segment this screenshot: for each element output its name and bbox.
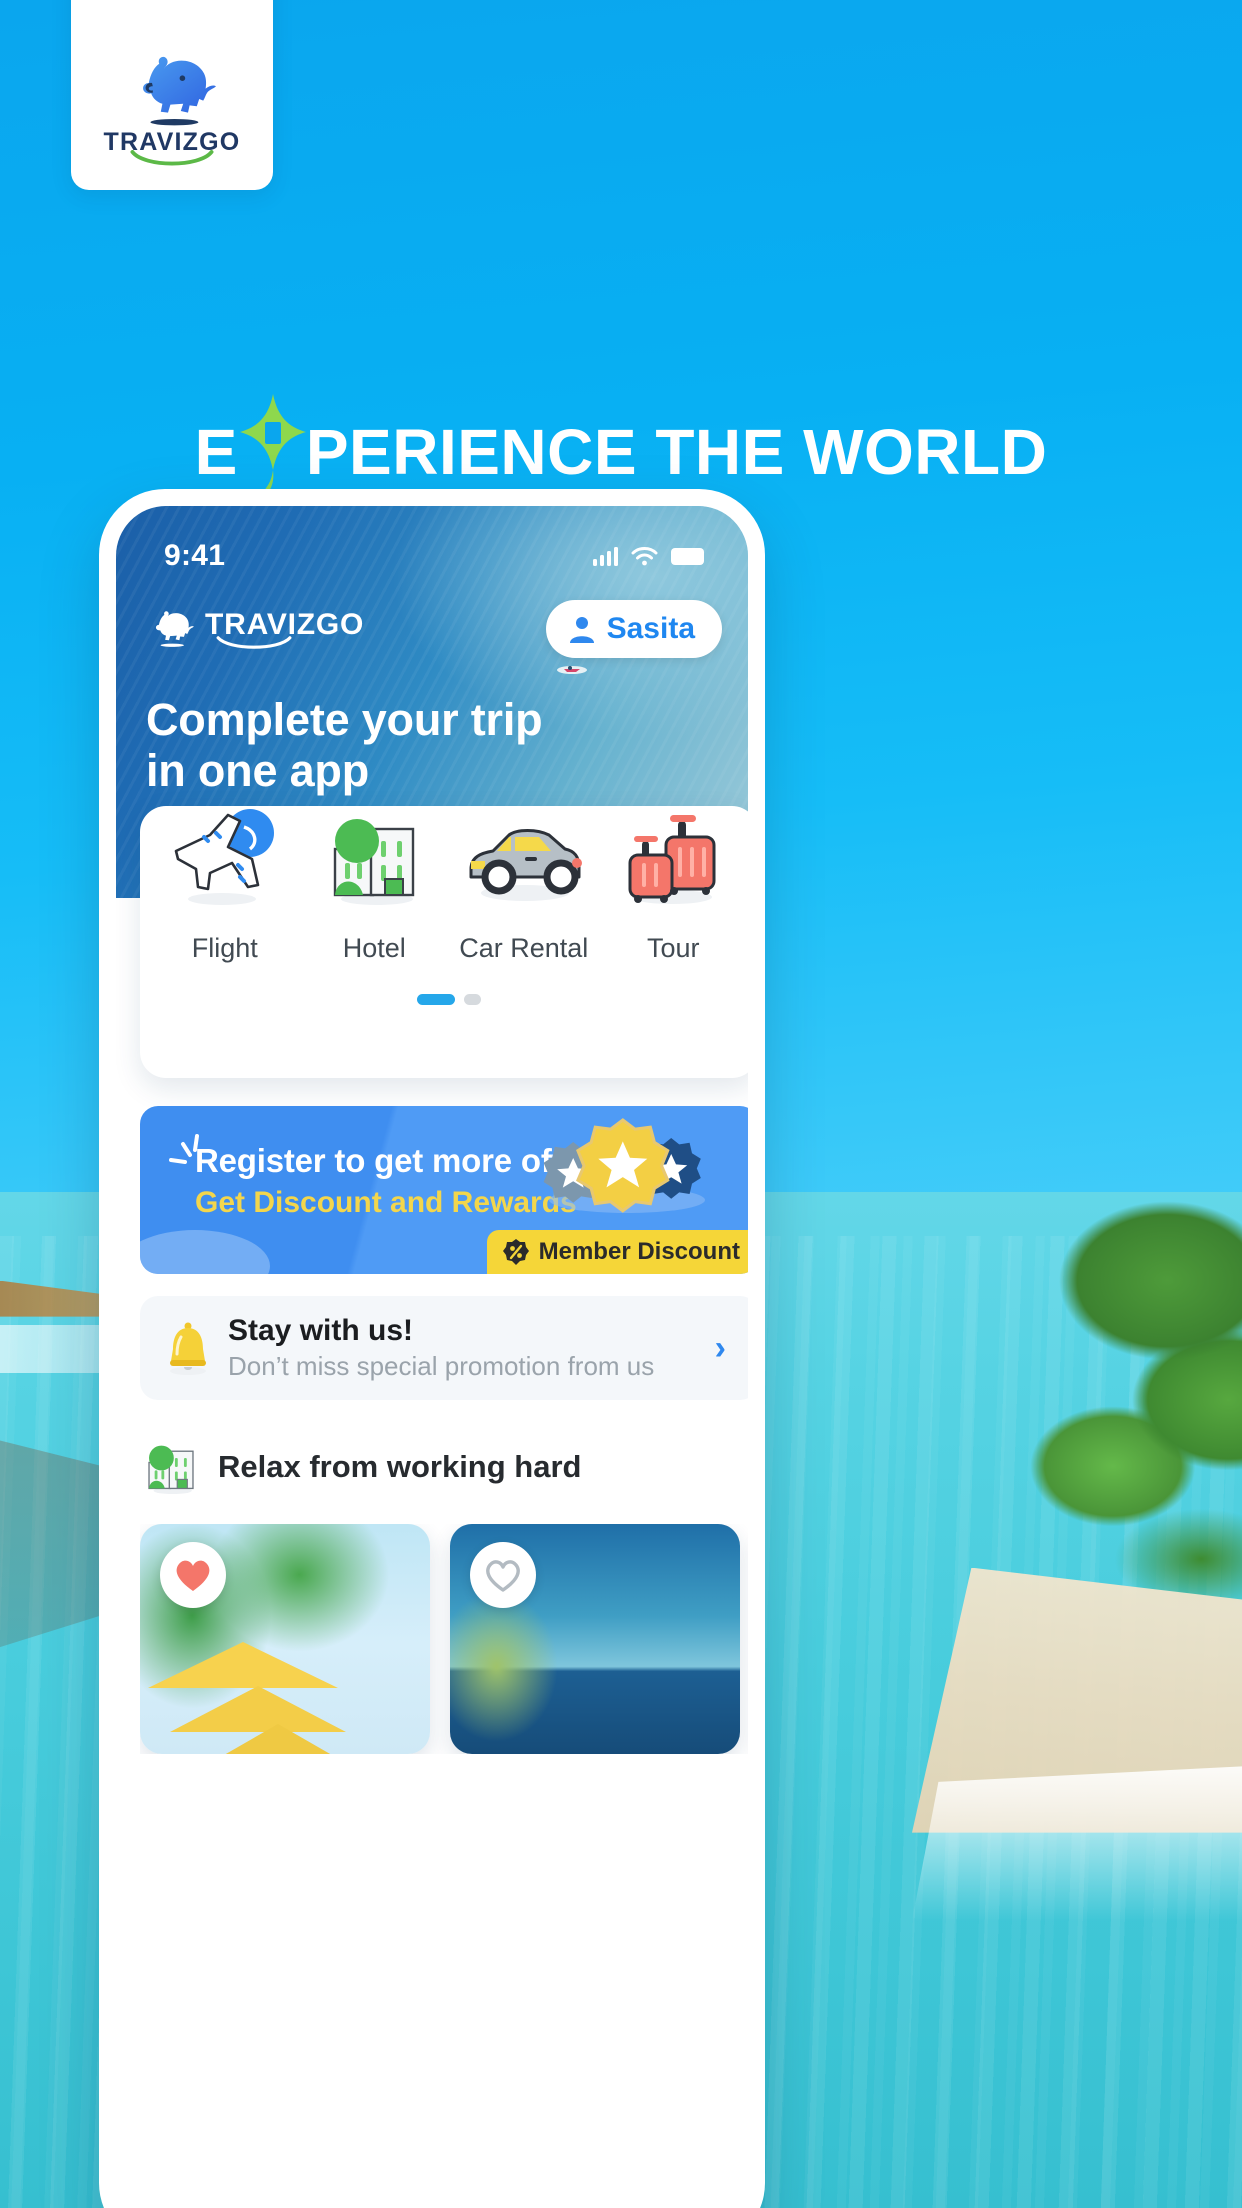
phone-mockup: 9:41 TRAVIZGO Sasita Complete your trip … <box>99 489 765 2208</box>
pagination-dot[interactable] <box>464 994 481 1005</box>
service-label: Flight <box>191 933 258 963</box>
battery-full-icon <box>671 547 704 565</box>
percent-badge-icon <box>502 1239 529 1265</box>
banner-cloud-decoration <box>140 1230 270 1274</box>
app-header: TRAVIZGO Sasita <box>116 592 748 666</box>
heart-filled-icon <box>176 1560 210 1591</box>
services-row: Flight Hotel Car Rental Tour <box>150 809 748 964</box>
heart-outline-icon <box>486 1560 520 1592</box>
services-card: Flight Hotel Car Rental Tour <box>140 806 748 1078</box>
wifi-icon <box>631 547 658 566</box>
person-icon <box>569 617 594 643</box>
service-item-flight[interactable]: Flight <box>154 803 296 964</box>
status-bar: 9:41 <box>116 506 748 584</box>
hotel-building-icon <box>148 1445 194 1495</box>
headline-suffix: PERIENCE THE WORLD <box>305 416 1048 488</box>
hero-title-line2: in one app <box>146 745 370 797</box>
hotel-building-icon <box>319 803 429 907</box>
service-item-hotel[interactable]: Hotel <box>303 803 445 964</box>
status-icons <box>592 546 704 566</box>
airplane-icon <box>166 803 284 907</box>
hotel-card-list[interactable] <box>140 1524 748 1754</box>
hotel-card[interactable] <box>450 1524 740 1754</box>
service-label: Car Rental <box>459 933 589 963</box>
stay-promo-row[interactable]: Stay with us! Don’t miss special promoti… <box>140 1296 748 1400</box>
umbrella-decoration <box>148 1642 338 1688</box>
hero-title: Complete your trip in one app <box>146 694 543 797</box>
green-swoosh-icon <box>130 150 214 166</box>
app-brand-text: TRAVIZGO <box>205 609 364 649</box>
service-item-tour[interactable]: Tour <box>602 803 744 964</box>
car-icon <box>463 803 585 907</box>
elephant-logo-icon <box>143 56 216 126</box>
relax-section-title: Relax from working hard <box>218 1449 582 1484</box>
white-swoosh-icon <box>216 635 292 649</box>
cellular-signal-icon <box>592 546 618 566</box>
relax-section-header: Relax from working hard <box>140 1436 748 1498</box>
luggage-icon <box>614 803 732 907</box>
service-label: Hotel <box>342 933 406 963</box>
favorite-button[interactable] <box>470 1542 536 1608</box>
brand-wordmark: TRAVIZGO <box>104 130 241 166</box>
favorite-button[interactable] <box>160 1542 226 1608</box>
pagination-dot-active[interactable] <box>417 994 455 1005</box>
headline-prefix: E <box>194 416 238 488</box>
star-badges-icon <box>543 1118 705 1213</box>
member-discount-tag: Member Discount <box>486 1230 748 1274</box>
register-promo-banner[interactable]: Register to get more offer! Get Discount… <box>140 1106 748 1274</box>
service-label: Tour <box>646 933 700 963</box>
service-item-car-rental[interactable]: Car Rental <box>453 803 595 964</box>
user-name-label: Sasita <box>606 612 695 645</box>
elephant-logo-icon <box>155 611 194 647</box>
bell-icon <box>170 1322 206 1375</box>
stay-promo-text: Stay with us! Don’t miss special promoti… <box>228 1314 715 1382</box>
services-pagination[interactable] <box>150 994 748 1005</box>
hotel-card[interactable] <box>140 1524 430 1754</box>
hero-title-line1: Complete your trip <box>146 694 543 745</box>
member-discount-label: Member Discount <box>538 1238 740 1265</box>
app-brand: TRAVIZGO <box>146 608 364 650</box>
umbrella-decoration <box>170 1686 346 1732</box>
background-right-surf <box>912 1766 1242 1921</box>
status-time: 9:41 <box>164 539 226 572</box>
chevron-right-icon[interactable]: › <box>715 1329 734 1368</box>
phone-screen: 9:41 TRAVIZGO Sasita Complete your trip … <box>116 506 748 2208</box>
brand-logo-card: TRAVIZGO <box>71 0 273 190</box>
stay-promo-title: Stay with us! <box>228 1314 414 1347</box>
user-account-button[interactable]: Sasita <box>545 600 722 658</box>
stay-promo-subtitle: Don’t miss special promotion from us <box>228 1351 655 1381</box>
